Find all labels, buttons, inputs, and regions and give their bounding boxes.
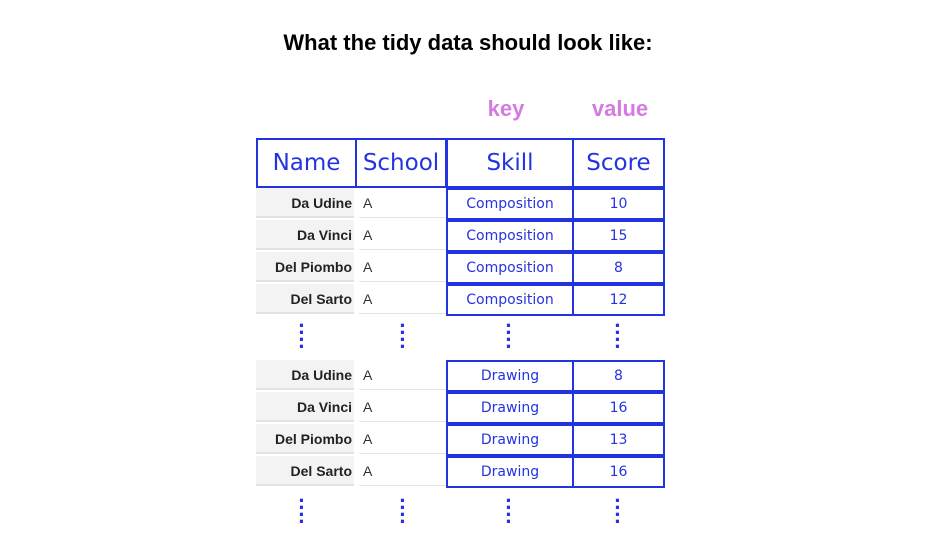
ellipsis-score: · · · · [614,313,622,359]
key-label: key [487,96,525,121]
cell-skill: Composition [446,252,574,284]
cell-skill: Composition [446,284,574,316]
header-name: Name [256,138,357,188]
ellipsis-skill: · · · · [505,313,513,359]
table-row: Da Udine A Drawing 8 [256,360,666,392]
header-school: School [355,138,447,188]
cell-school: A [359,360,446,390]
cell-skill: Drawing [446,392,574,424]
cell-name: Del Sarto [256,284,354,314]
header-score: Score [572,138,665,188]
value-label: value [591,96,649,121]
table-row: Da Vinci A Drawing 16 [256,392,666,424]
table-row: Da Vinci A Composition 15 [256,220,666,252]
cell-name: Da Vinci [256,220,354,250]
cell-school: A [359,392,446,422]
cell-name: Del Piombo [256,424,354,454]
cell-skill: Drawing [446,360,574,392]
cell-score: 8 [572,252,665,284]
cell-score: 15 [572,220,665,252]
cell-skill: Drawing [446,456,574,488]
table-row: Del Piombo A Drawing 13 [256,424,666,456]
table-row: Del Sarto A Drawing 16 [256,456,666,488]
cell-skill: Drawing [446,424,574,456]
cell-school: A [359,284,446,314]
table-row: Del Piombo A Composition 8 [256,252,666,284]
page-title: What the tidy data should look like: [283,30,653,55]
ellipsis-school: · · · · [399,313,407,359]
cell-name: Da Udine [256,360,354,390]
table-row: Da Udine A Composition 10 [256,188,666,220]
header-skill: Skill [446,138,574,188]
ellipsis-name: · · · · [298,488,306,534]
cell-school: A [359,456,446,486]
ellipsis-school: · · · · [399,488,407,534]
cell-score: 10 [572,188,665,220]
cell-score: 16 [572,392,665,424]
cell-name: Da Udine [256,188,354,218]
ellipsis-skill: · · · · [505,488,513,534]
cell-school: A [359,252,446,282]
cell-score: 12 [572,284,665,316]
cell-name: Del Piombo [256,252,354,282]
cell-school: A [359,188,446,218]
cell-school: A [359,424,446,454]
cell-score: 8 [572,360,665,392]
cell-name: Del Sarto [256,456,354,486]
ellipsis-name: · · · · [298,313,306,359]
cell-score: 16 [572,456,665,488]
cell-score: 13 [572,424,665,456]
cell-skill: Composition [446,220,574,252]
table-row: Del Sarto A Composition 12 [256,284,666,316]
cell-name: Da Vinci [256,392,354,422]
ellipsis-score: · · · · [614,488,622,534]
cell-skill: Composition [446,188,574,220]
cell-school: A [359,220,446,250]
